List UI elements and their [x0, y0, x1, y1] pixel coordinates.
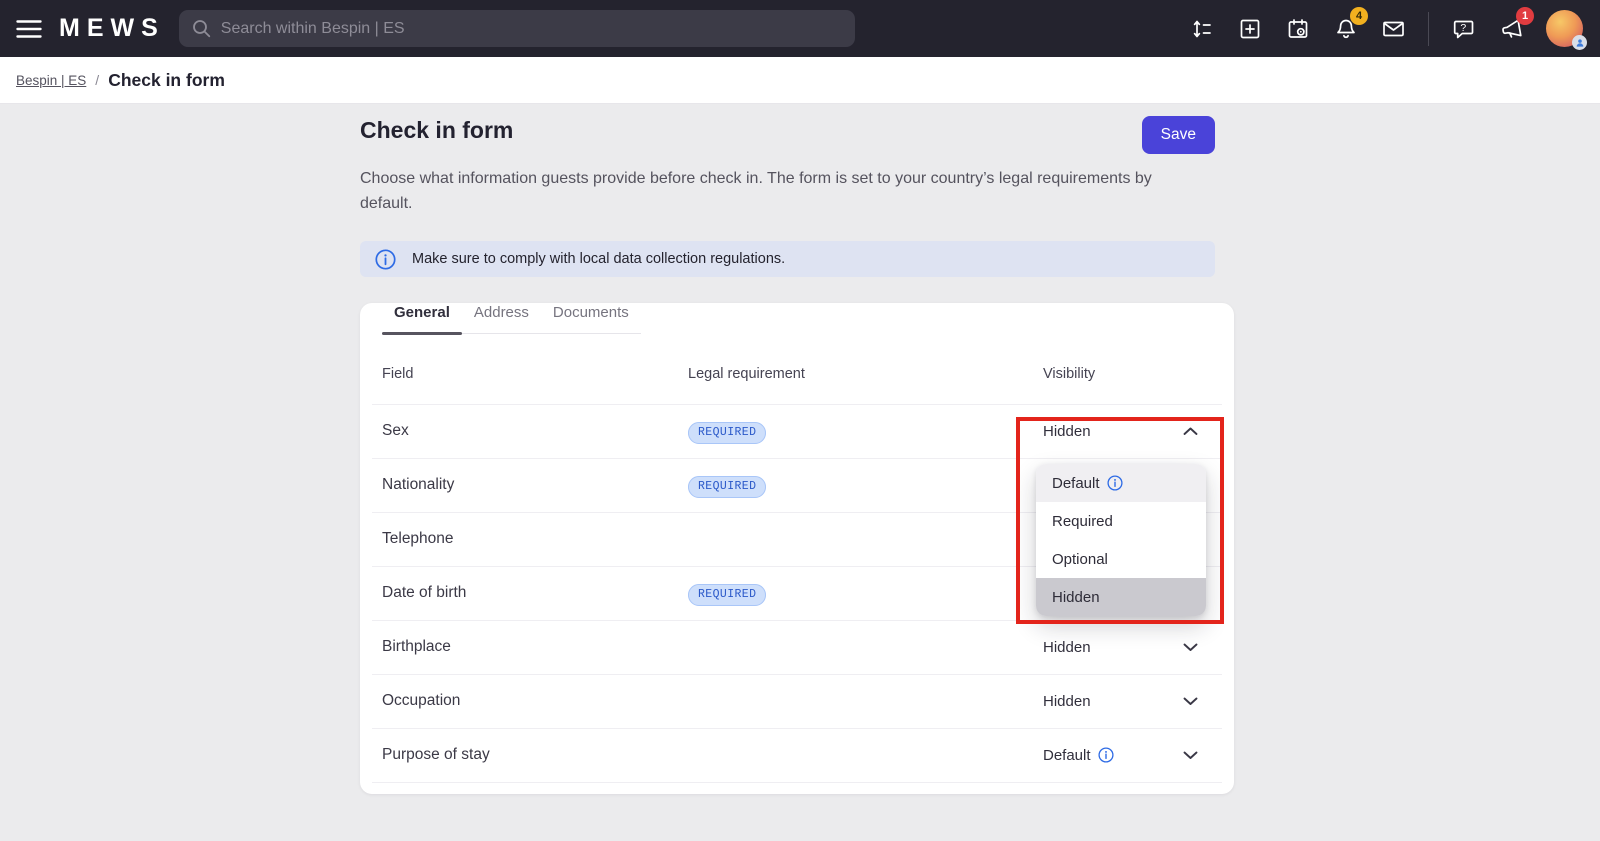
info-icon	[1097, 747, 1114, 763]
field-label: Telephone	[382, 530, 454, 547]
visibility-value: Hidden	[1043, 638, 1091, 656]
banner-text: Make sure to comply with local data coll…	[412, 251, 786, 267]
dropdown-option-label: Hidden	[1052, 588, 1100, 606]
dropdown-option[interactable]: Optional	[1036, 540, 1206, 578]
table-header: Field Legal requirement Visibility	[360, 334, 1234, 404]
dropdown-option[interactable]: Hidden	[1036, 578, 1206, 616]
dropdown-option[interactable]: Default	[1036, 464, 1206, 502]
chevron-up-icon	[1183, 427, 1198, 436]
column-header-legal-requirement: Legal requirement	[688, 366, 805, 382]
required-badge: REQUIRED	[688, 476, 767, 498]
table-row: Sex REQUIRED Hidden	[360, 404, 1234, 458]
global-search[interactable]	[178, 10, 855, 47]
card-footer	[360, 782, 1234, 794]
sort-order-button[interactable]	[1188, 15, 1215, 42]
field-label: Purpose of stay	[382, 746, 490, 763]
required-badge: REQUIRED	[688, 584, 767, 606]
tab-documents[interactable]: Documents	[541, 303, 641, 333]
visibility-select[interactable]: Hidden	[1043, 693, 1212, 710]
topbar-divider	[1428, 11, 1429, 46]
table-row: Occupation Hidden	[360, 674, 1234, 728]
info-icon	[1106, 475, 1123, 491]
user-status-icon	[1572, 35, 1587, 50]
page-description: Choose what information guests provide b…	[360, 170, 1152, 212]
notifications-button[interactable]: 4	[1332, 7, 1368, 42]
visibility-value: Default	[1043, 746, 1091, 764]
visibility-dropdown-menu: Default Required Optional Hidden	[1036, 464, 1206, 616]
save-button[interactable]: Save	[1141, 116, 1215, 154]
visibility-value: Hidden	[1043, 422, 1091, 440]
user-avatar[interactable]	[1546, 10, 1587, 50]
field-label: Occupation	[382, 692, 461, 709]
envelope-icon	[1381, 17, 1406, 41]
tab-address[interactable]: Address	[462, 303, 541, 333]
tab-general[interactable]: General	[382, 303, 462, 335]
breadcrumb-separator: /	[95, 72, 100, 88]
sort-height-icon	[1190, 17, 1214, 41]
content-area: Check in form Save Choose what informati…	[0, 104, 1600, 841]
page-title-breadcrumb: Check in form	[108, 69, 225, 90]
dropdown-option-label: Required	[1052, 512, 1113, 530]
dropdown-option[interactable]: Required	[1036, 502, 1206, 540]
mews-logo[interactable]: MEWS	[59, 14, 165, 43]
field-label: Sex	[382, 422, 409, 439]
chevron-down-icon	[1183, 697, 1198, 706]
chevron-down-icon	[1183, 643, 1198, 652]
topbar-actions: 4 ? 1	[1188, 7, 1600, 50]
menu-button[interactable]	[15, 15, 42, 42]
messages-button[interactable]	[1380, 15, 1407, 42]
dropdown-option-label: Optional	[1052, 550, 1108, 568]
search-input[interactable]	[220, 19, 842, 38]
info-circle-icon	[375, 248, 396, 270]
breadcrumb: Bespin | ES / Check in form	[0, 57, 1600, 104]
column-header-visibility: Visibility	[1043, 366, 1096, 382]
chevron-down-icon	[1183, 751, 1198, 760]
help-button[interactable]: ?	[1450, 15, 1477, 42]
visibility-select[interactable]: Hidden	[1043, 639, 1212, 656]
whats-new-badge: 1	[1516, 7, 1534, 25]
create-new-button[interactable]	[1236, 15, 1263, 42]
help-bubble-icon: ?	[1452, 17, 1476, 41]
page-title: Check in form	[360, 117, 514, 143]
visibility-select[interactable]: Hidden	[1043, 423, 1212, 440]
field-label: Date of birth	[382, 584, 467, 601]
svg-text:?: ?	[1460, 22, 1466, 34]
field-label: Birthplace	[382, 638, 451, 655]
compliance-banner: Make sure to comply with local data coll…	[360, 241, 1215, 277]
search-icon	[192, 19, 211, 38]
hamburger-icon	[15, 19, 42, 39]
visibility-value: Hidden	[1043, 692, 1091, 710]
availability-button[interactable]	[1284, 15, 1311, 42]
calendar-eye-icon	[1286, 17, 1310, 41]
breadcrumb-property-link[interactable]: Bespin | ES	[16, 73, 86, 88]
whats-new-button[interactable]: 1	[1498, 7, 1534, 42]
dropdown-option-label: Default	[1052, 474, 1100, 492]
visibility-select[interactable]: Default	[1043, 747, 1212, 764]
table-row: Purpose of stay Default	[360, 728, 1234, 782]
notifications-badge: 4	[1350, 7, 1368, 25]
table-row: Birthplace Hidden	[360, 620, 1234, 674]
required-badge: REQUIRED	[688, 422, 767, 444]
tab-strip: General Address Documents	[382, 303, 641, 335]
topbar: MEWS 4	[0, 0, 1600, 57]
column-header-field: Field	[382, 366, 414, 382]
plus-square-icon	[1238, 17, 1262, 41]
field-label: Nationality	[382, 476, 455, 493]
